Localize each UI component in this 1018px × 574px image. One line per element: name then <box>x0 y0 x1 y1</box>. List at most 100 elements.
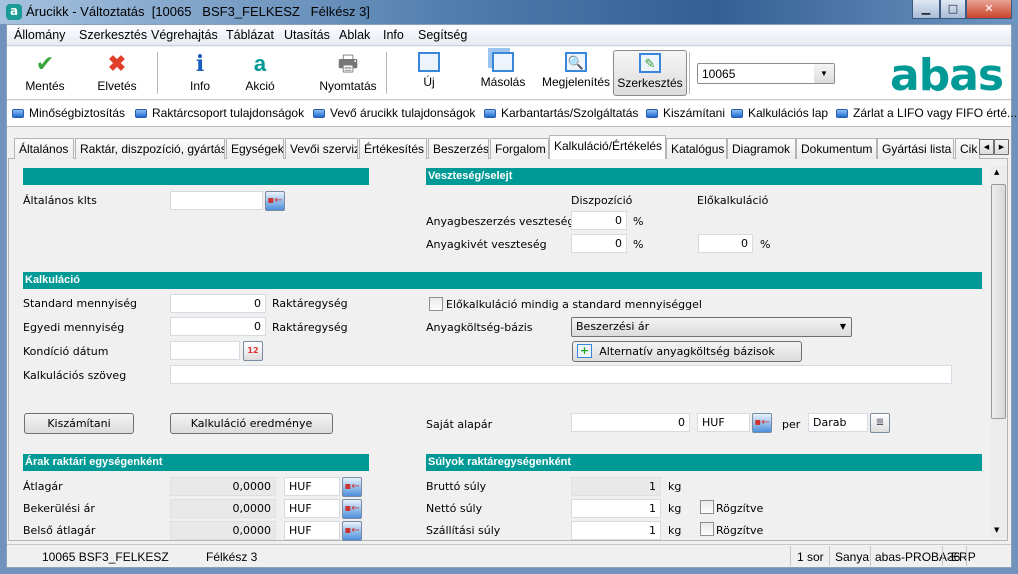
own-price-input[interactable]: 0 <box>571 413 690 432</box>
tab-egysegek[interactable]: Egységek <box>226 138 284 159</box>
menu-allomany[interactable]: Állomány <box>14 28 65 42</box>
cost-basis-label: Anyagköltség-bázis <box>426 321 533 334</box>
action-button[interactable]: a Akció <box>235 50 285 96</box>
link-customer-item[interactable]: Vevő árucikk tulajdonságok <box>313 106 475 120</box>
fixed-label: Rögzítve <box>716 502 764 515</box>
scrollbar-thumb[interactable] <box>991 184 1006 419</box>
own-price-unit[interactable]: Darab <box>808 413 868 432</box>
menu-utasitas[interactable]: Utasítás <box>284 28 330 42</box>
link-quality[interactable]: Minőségbiztosítás <box>12 106 125 120</box>
link-warehouse-group[interactable]: Raktárcsoport tulajdonságok <box>135 106 304 120</box>
status-user: Sanya <box>835 550 870 564</box>
section-header-weights: Súlyok raktáregységenként <box>426 454 982 471</box>
save-button[interactable]: ✔ Mentés <box>15 50 75 96</box>
add-window-icon: + <box>577 344 592 358</box>
shipping-weight-input[interactable]: 1 <box>571 521 661 540</box>
tab-cikk[interactable]: Cik <box>955 138 980 159</box>
maximize-button[interactable]: □ <box>940 0 966 19</box>
own-price-currency[interactable]: HUF <box>697 413 750 432</box>
alt-cost-basis-button[interactable]: + Alternatív anyagköltség bázisok <box>572 341 802 362</box>
menu-info[interactable]: Info <box>383 28 404 42</box>
net-weight-fixed-checkbox[interactable] <box>700 500 714 514</box>
lookup-icon[interactable]: ▪← <box>752 413 772 433</box>
kg-unit: kg <box>668 502 682 515</box>
menu-tablazat[interactable]: Táblázat <box>226 28 274 42</box>
link-lifo-fifo[interactable]: Zárlat a LIFO vagy FIFO érté... <box>836 106 1017 120</box>
tab-forgalom[interactable]: Forgalom <box>490 138 549 159</box>
lookup-icon[interactable]: ▪← <box>342 499 362 519</box>
info-icon: i <box>195 51 205 77</box>
issue-loss-label: Anyagkivét veszteség <box>426 238 547 251</box>
scroll-up-icon[interactable]: ▲ <box>994 168 999 176</box>
lookup-icon[interactable]: ▪← <box>265 191 285 211</box>
net-weight-input[interactable]: 1 <box>571 499 661 518</box>
tab-diagramok[interactable]: Diagramok <box>727 138 796 159</box>
calendar-icon[interactable]: 12 <box>243 341 263 361</box>
tab-beszerzes[interactable]: Beszerzés <box>428 138 489 159</box>
link-calculate[interactable]: Kiszámítani <box>646 106 725 120</box>
link-calc-sheet[interactable]: Kalkulációs lap <box>731 106 828 120</box>
discard-button[interactable]: ✖ Elvetés <box>87 50 147 96</box>
section-header-prices: Árak raktári egységenként <box>23 454 369 471</box>
edit-button[interactable]: ✎ Szerkesztés <box>613 50 687 96</box>
chevron-down-icon[interactable]: ▼ <box>814 64 834 83</box>
weight-label: Bruttó súly <box>426 480 487 493</box>
link-icon <box>731 109 743 118</box>
tab-ertekesites[interactable]: Értékesítés <box>359 138 427 159</box>
calculate-button[interactable]: Kiszámítani <box>24 413 134 434</box>
lookup-icon[interactable]: ▪← <box>342 477 362 497</box>
link-maintenance[interactable]: Karbantartás/Szolgáltatás <box>484 106 638 120</box>
issue-loss-input[interactable]: 0 <box>571 234 627 253</box>
currency-input[interactable]: HUF <box>284 521 340 540</box>
list-lookup-icon[interactable]: ≣ <box>870 413 890 433</box>
record-combo[interactable]: 10065 ▼ <box>697 63 835 84</box>
weight-label: Nettó súly <box>426 502 483 515</box>
info-button[interactable]: i Info <box>175 50 225 96</box>
menu-segitseg[interactable]: Segítség <box>418 28 467 42</box>
issue-loss-precalc-input[interactable]: 0 <box>698 234 753 253</box>
tab-kalkulacio[interactable]: Kalkuláció/Értékelés <box>549 135 666 159</box>
calc-result-button[interactable]: Kalkuláció eredménye <box>170 413 333 434</box>
menu-szerkesztes[interactable]: Szerkesztés <box>79 28 147 42</box>
copy-button[interactable]: Másolás <box>473 50 533 96</box>
print-button[interactable]: 🖶 Nyomtatás <box>313 50 383 96</box>
section-header-calc: Kalkuláció <box>23 272 982 289</box>
tab-raktar[interactable]: Raktár, diszpozíció, gyártás <box>75 138 225 159</box>
tab-scroll-right-icon[interactable]: ▶ <box>994 139 1009 155</box>
currency-input[interactable]: HUF <box>284 499 340 518</box>
tab-dokumentum[interactable]: Dokumentum <box>796 138 877 159</box>
view-button[interactable]: 🔍 Megjelenítés <box>540 50 612 96</box>
menu-vegrehajtas[interactable]: Végrehajtás <box>151 28 218 42</box>
tab-scroll-left-icon[interactable]: ◀ <box>979 139 994 155</box>
condition-date-input[interactable] <box>170 341 240 360</box>
minimize-button[interactable]: ▁ <box>912 0 940 19</box>
avg-price-value: 0,0000 <box>170 477 276 496</box>
tab-altalanos[interactable]: Általános <box>14 138 74 159</box>
precalc-standard-checkbox[interactable] <box>429 297 443 311</box>
lookup-icon[interactable]: ▪← <box>342 521 362 541</box>
currency-input[interactable]: HUF <box>284 477 340 496</box>
status-divider <box>790 546 791 566</box>
link-icon <box>12 109 24 118</box>
status-divider <box>870 546 871 566</box>
menu-ablak[interactable]: Ablak <box>339 28 370 42</box>
pencil-window-icon: ✎ <box>639 53 661 73</box>
new-button[interactable]: Új <box>404 50 454 96</box>
window-title: Árucikk - Változtatás [10065 BSF3_FELKES… <box>26 4 370 19</box>
single-qty-input[interactable]: 0 <box>170 317 266 336</box>
tab-vevoi-szerviz[interactable]: Vevői szerviz <box>285 138 358 159</box>
purchase-loss-input[interactable]: 0 <box>571 211 627 230</box>
close-button[interactable]: ✕ <box>966 0 1012 19</box>
standard-qty-input[interactable]: 0 <box>170 294 266 313</box>
general-cost-input[interactable] <box>170 191 263 210</box>
single-qty-label: Egyedi mennyiség <box>23 321 125 334</box>
copy-windows-icon <box>492 52 514 72</box>
calc-text-input[interactable] <box>170 365 952 384</box>
cost-basis-select[interactable]: Beszerzési ár ▼ <box>571 317 852 337</box>
weight-label: Szállítási súly <box>426 524 501 537</box>
tab-katalogus[interactable]: Katalógus <box>666 138 727 159</box>
scroll-down-icon[interactable]: ▼ <box>994 526 999 534</box>
link-icon <box>313 109 325 118</box>
shipping-weight-fixed-checkbox[interactable] <box>700 522 714 536</box>
tab-gyartasi-lista[interactable]: Gyártási lista <box>877 138 954 159</box>
